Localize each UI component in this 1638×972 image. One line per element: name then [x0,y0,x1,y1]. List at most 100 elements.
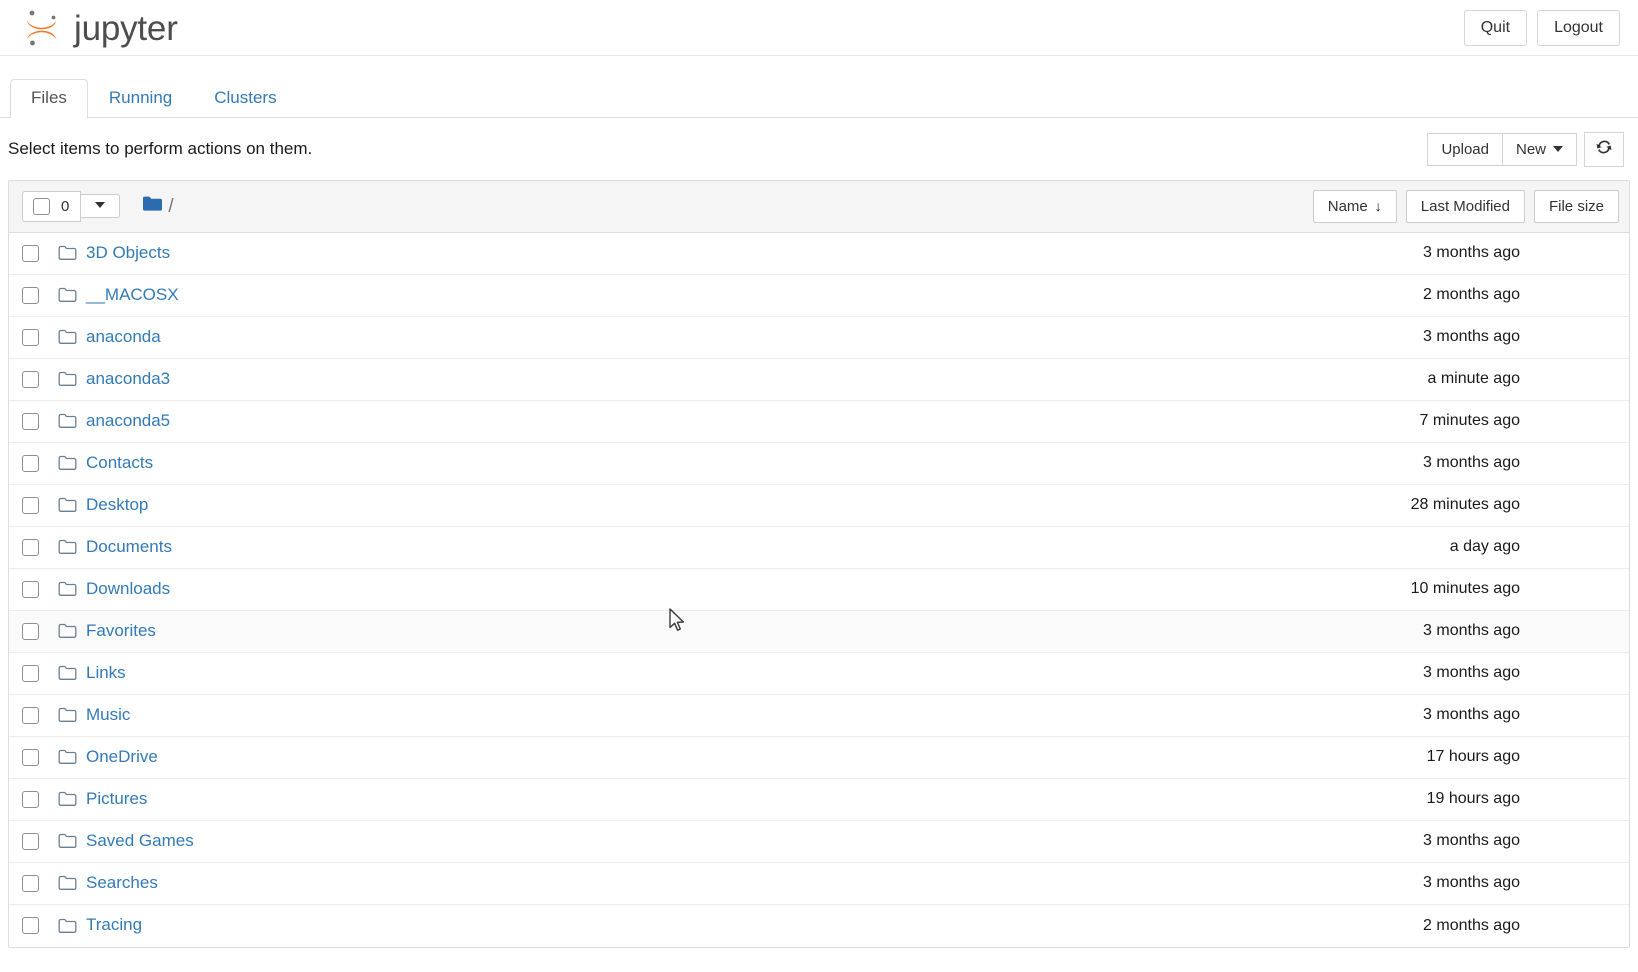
folder-outline-icon [58,329,77,345]
sort-by-name-button[interactable]: Name ↓ [1312,189,1397,223]
checkbox-unchecked-icon[interactable] [33,197,50,215]
row-checkbox[interactable] [22,412,39,430]
item-name-link[interactable]: Searches [86,873,158,893]
logout-button[interactable]: Logout [1537,9,1620,46]
row-checkbox[interactable] [22,874,39,892]
table-row[interactable]: Contacts 3 months ago [9,442,1629,485]
row-checkbox[interactable] [22,496,39,514]
file-list-header: 0 / Name ↓ Last Modified File size [9,180,1629,233]
refresh-button[interactable] [1584,132,1624,167]
table-row[interactable]: Desktop 28 minutes ago [9,484,1629,527]
row-checkbox[interactable] [22,748,39,766]
row-checkbox[interactable] [22,538,39,556]
row-checkbox[interactable] [22,664,39,682]
tab-clusters[interactable]: Clusters [193,79,297,117]
row-checkbox[interactable] [22,244,39,262]
brand-name: jupyter [74,9,178,48]
row-checkbox[interactable] [22,328,39,346]
table-row[interactable]: Music 3 months ago [9,694,1629,737]
row-checkbox[interactable] [22,790,39,808]
folder-outline-icon [58,245,77,261]
item-name-link[interactable]: Links [86,663,126,683]
item-modified: 3 months ago [1423,328,1520,345]
item-name-link[interactable]: Contacts [86,453,153,473]
row-checkbox[interactable] [22,832,39,850]
table-row[interactable]: Pictures 19 hours ago [9,778,1629,821]
item-modified: 2 months ago [1423,916,1520,934]
quit-button[interactable]: Quit [1463,9,1528,46]
folder-outline-icon [58,623,77,639]
breadcrumb-path[interactable]: / [168,197,173,216]
brand-logo[interactable]: jupyter [22,6,178,50]
table-row[interactable]: Searches 3 months ago [9,862,1629,905]
item-name-link[interactable]: anaconda3 [86,369,170,389]
file-rows: 3D Objects 3 months ago __MACOSX 2 months a… [9,232,1629,947]
table-row[interactable]: anaconda 3 months ago [9,316,1629,359]
tab-running[interactable]: Running [88,79,193,117]
row-checkbox[interactable] [22,454,39,472]
row-checkbox[interactable] [22,917,39,934]
item-name-link[interactable]: Music [86,705,130,725]
folder-outline-icon [58,791,77,807]
folder-outline-icon [58,455,77,471]
table-row[interactable]: Links 3 months ago [9,652,1629,695]
refresh-icon [1595,138,1613,162]
row-checkbox[interactable] [22,706,39,724]
folder-filled-icon[interactable] [142,195,163,217]
folder-outline-icon [58,918,77,934]
folder-outline-icon [58,287,77,303]
item-name-link[interactable]: Tracing [86,915,142,935]
app-header: jupyter Quit Logout [0,0,1638,56]
row-checkbox[interactable] [22,370,39,388]
table-row[interactable]: __MACOSX 2 months ago [9,274,1629,317]
table-row[interactable]: 3D Objects 3 months ago [9,232,1629,275]
tabs-container: Files Running Clusters [0,56,1638,118]
sort-by-modified-button[interactable]: Last Modified [1405,189,1525,223]
item-name-link[interactable]: 3D Objects [86,243,170,263]
folder-outline-icon [58,749,77,765]
item-name-link[interactable]: anaconda [86,327,161,347]
header-actions: Quit Logout [1463,9,1620,46]
item-name-link[interactable]: Pictures [86,789,147,809]
selected-count: 0 [61,197,70,215]
folder-outline-icon [58,581,77,597]
table-row[interactable]: Tracing 2 months ago [9,904,1629,947]
jupyter-logo-icon [22,6,64,50]
item-name-link[interactable]: Saved Games [86,831,194,851]
sort-by-size-button[interactable]: File size [1533,189,1619,223]
table-row[interactable]: Saved Games 3 months ago [9,820,1629,863]
table-row[interactable]: anaconda3 a minute ago [9,358,1629,401]
select-all-control[interactable]: 0 [22,190,82,222]
folder-outline-icon [58,833,77,849]
item-name-link[interactable]: Documents [86,537,172,557]
item-modified: 3 months ago [1423,622,1520,639]
item-modified: a minute ago [1427,370,1520,387]
select-options-dropdown[interactable] [81,194,121,218]
item-name-link[interactable]: Downloads [86,579,170,599]
item-name-link[interactable]: Desktop [86,495,148,515]
table-row[interactable]: Downloads 10 minutes ago [9,568,1629,611]
new-dropdown-button[interactable]: New [1501,132,1577,166]
actions-right-group: Upload New [1427,132,1624,167]
item-modified: 7 minutes ago [1419,412,1520,429]
item-modified: 3 months ago [1423,454,1520,471]
table-row[interactable]: Favorites 3 months ago [9,610,1629,653]
upload-button[interactable]: Upload [1427,132,1503,166]
row-checkbox[interactable] [22,622,39,640]
folder-outline-icon [58,875,77,891]
sort-name-label: Name [1327,197,1368,215]
row-checkbox[interactable] [22,580,39,598]
item-modified: 19 hours ago [1426,790,1520,807]
item-name-link[interactable]: OneDrive [86,747,158,767]
table-row[interactable]: Documents a day ago [9,526,1629,569]
tab-files[interactable]: Files [10,78,88,118]
table-row[interactable]: OneDrive 17 hours ago [9,736,1629,779]
folder-outline-icon [58,371,77,387]
item-name-link[interactable]: __MACOSX [86,285,179,305]
item-modified: 28 minutes ago [1410,496,1520,513]
item-name-link[interactable]: Favorites [86,621,156,641]
item-name-link[interactable]: anaconda5 [86,411,170,431]
row-checkbox[interactable] [22,286,39,304]
item-modified: 3 months ago [1423,244,1520,261]
table-row[interactable]: anaconda5 7 minutes ago [9,400,1629,443]
